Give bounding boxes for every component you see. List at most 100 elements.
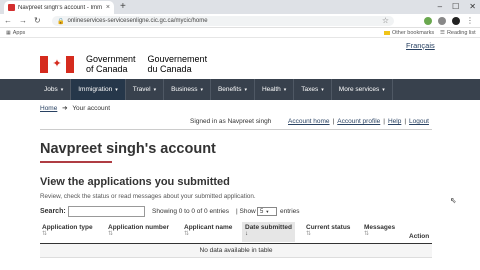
language-toggle-link[interactable]: Français [406, 41, 435, 50]
chevron-down-icon: ▼ [265, 209, 270, 214]
signature-french: Gouvernement du Canada [147, 54, 208, 74]
sort-descending-icon: ↓ [245, 231, 248, 237]
column-header-application-type[interactable]: Application type ⇅ [42, 224, 93, 238]
menu-item-business[interactable]: Business ▾ [164, 79, 211, 100]
menu-kebab-icon[interactable]: ⋮ [466, 16, 474, 25]
separator: | [332, 118, 335, 125]
tab-title: Navpreet singh's account - Imm [18, 4, 103, 11]
menu-items: Jobs ▾ Immigration ▾ Travel ▾ Business ▾ Benefit… [37, 79, 393, 100]
maple-leaf-icon: ✦ [48, 55, 66, 73]
menu-item-label: Health [261, 86, 281, 93]
maximize-icon[interactable]: ☐ [452, 0, 459, 14]
column-header-messages[interactable]: Messages ⇅ [364, 224, 395, 238]
bookmark-star-icon[interactable]: ☆ [382, 16, 389, 26]
column-header-application-number[interactable]: Application number ⇅ [108, 224, 169, 238]
separator: | [383, 118, 385, 125]
menu-item-taxes[interactable]: Taxes ▾ [294, 79, 332, 100]
logout-link[interactable]: Logout [409, 118, 429, 125]
extension-icon[interactable] [424, 16, 432, 25]
help-link[interactable]: Help [388, 118, 401, 125]
new-tab-button[interactable]: + [120, 1, 126, 13]
search-label: Search: [40, 208, 66, 215]
bookmark-other[interactable]: Other bookmarks [384, 30, 434, 36]
bookmark-apps[interactable]: ▦ Apps [6, 30, 25, 36]
menu-item-health[interactable]: Health ▾ [255, 79, 295, 100]
url-text: onlineservices-servicesenligne.cic.gc.ca… [67, 18, 208, 24]
extensions-puzzle-icon[interactable] [438, 16, 446, 25]
menu-item-label: Travel [132, 86, 151, 93]
search-input[interactable] [68, 206, 145, 217]
profile-avatar-icon[interactable] [452, 16, 460, 25]
sort-icon: ⇅ [108, 231, 114, 237]
account-profile-link[interactable]: Account profile [337, 118, 380, 125]
forward-icon[interactable]: → [19, 16, 27, 25]
menu-item-immigration[interactable]: Immigration ▾ [71, 79, 126, 100]
breadcrumb: Home ➔ Your account [40, 104, 110, 112]
menu-item-label: Taxes [301, 86, 319, 93]
entries-label: entries [280, 208, 300, 215]
chevron-down-icon: ▾ [200, 86, 203, 93]
menu-item-more-services[interactable]: More services ▾ [332, 79, 393, 100]
column-header-date-submitted[interactable]: Date submitted ↓ [242, 222, 295, 242]
bookmark-reading-list[interactable]: ☰ Reading list [440, 30, 476, 36]
menu-item-benefits[interactable]: Benefits ▾ [211, 79, 255, 100]
browser-tab[interactable]: Navpreet singh's account - Imm × [4, 1, 114, 14]
close-tab-icon[interactable]: × [106, 4, 110, 11]
showing-entries-text: Showing 0 to 0 of 0 entries [152, 208, 229, 215]
sort-icon: ⇅ [306, 231, 312, 237]
chevron-down-icon: ▾ [60, 86, 64, 93]
menu-item-label: Jobs [44, 86, 58, 93]
bookmarks-bar: ▦ Apps Other bookmarks ☰ Reading list [0, 28, 480, 38]
apps-grid-icon: ▦ [6, 30, 11, 36]
chevron-down-icon: ▾ [153, 86, 157, 93]
close-window-icon[interactable]: ✕ [469, 0, 476, 14]
chevron-down-icon: ▾ [244, 86, 247, 93]
chevron-down-icon: ▾ [283, 86, 287, 93]
sort-icon: ⇅ [184, 231, 190, 237]
divider [40, 129, 432, 130]
title-underline [40, 161, 112, 163]
account-home-link[interactable]: Account home [288, 118, 330, 125]
folder-icon [384, 30, 390, 35]
chevron-down-icon: ▾ [321, 86, 324, 93]
table-header: Application type ⇅ Application number ⇅ Ap… [40, 222, 432, 244]
menu-item-label: Benefits [217, 86, 242, 93]
entries-value: 5 [260, 208, 264, 215]
government-signature[interactable]: ✦ Government of Canada Gouvernement du C… [40, 54, 207, 74]
mouse-cursor-icon: ⇖ [450, 196, 457, 205]
entries-per-page-select[interactable]: 5 ▼ [257, 207, 277, 216]
canada-flag-icon: ✦ [40, 55, 74, 73]
address-bar[interactable]: 🔒 onlineservices-servicesenligne.cic.gc.… [52, 16, 394, 26]
table-empty-row: No data available in table [40, 244, 432, 258]
section-title: View the applications you submitted [40, 176, 230, 188]
menu-item-travel[interactable]: Travel ▾ [126, 79, 165, 100]
section-description: Review, check the status or read message… [40, 193, 256, 200]
show-label: | Show [236, 208, 256, 215]
chevron-down-icon: ▾ [382, 86, 385, 93]
sort-icon: ⇅ [364, 231, 370, 237]
applications-table: Application type ⇅ Application number ⇅ Ap… [40, 222, 432, 258]
column-header-current-status[interactable]: Current status ⇅ [306, 224, 350, 238]
account-links: Account home | Account profile | Help | … [288, 118, 429, 125]
breadcrumb-arrow-icon: ➔ [62, 105, 68, 112]
column-header-action: Action [409, 233, 430, 240]
menu-item-jobs[interactable]: Jobs ▾ [37, 79, 72, 100]
back-icon[interactable]: ← [4, 16, 12, 25]
menu-item-label: Immigration [78, 86, 113, 93]
page-title: Navpreet singh's account [40, 141, 216, 157]
window-controls: – ☐ ✕ [438, 0, 476, 14]
menu-item-label: More services [338, 86, 380, 93]
column-header-applicant-name[interactable]: Applicant name ⇅ [184, 224, 232, 238]
breadcrumb-home-link[interactable]: Home [40, 105, 57, 112]
reload-icon[interactable]: ↻ [34, 16, 41, 25]
separator: | [404, 118, 407, 125]
signature-english: Government of Canada [86, 54, 136, 74]
browser-tab-bar: Navpreet singh's account - Imm × + – ☐ ✕ [0, 0, 480, 14]
minimize-icon[interactable]: – [438, 0, 442, 14]
canada-favicon-icon [8, 4, 15, 11]
breadcrumb-current: Your account [72, 105, 111, 112]
reading-list-icon: ☰ [440, 30, 445, 36]
menu-item-label: Business [171, 86, 198, 93]
lock-icon[interactable]: 🔒 [57, 18, 64, 25]
sort-icon: ⇅ [42, 231, 48, 237]
